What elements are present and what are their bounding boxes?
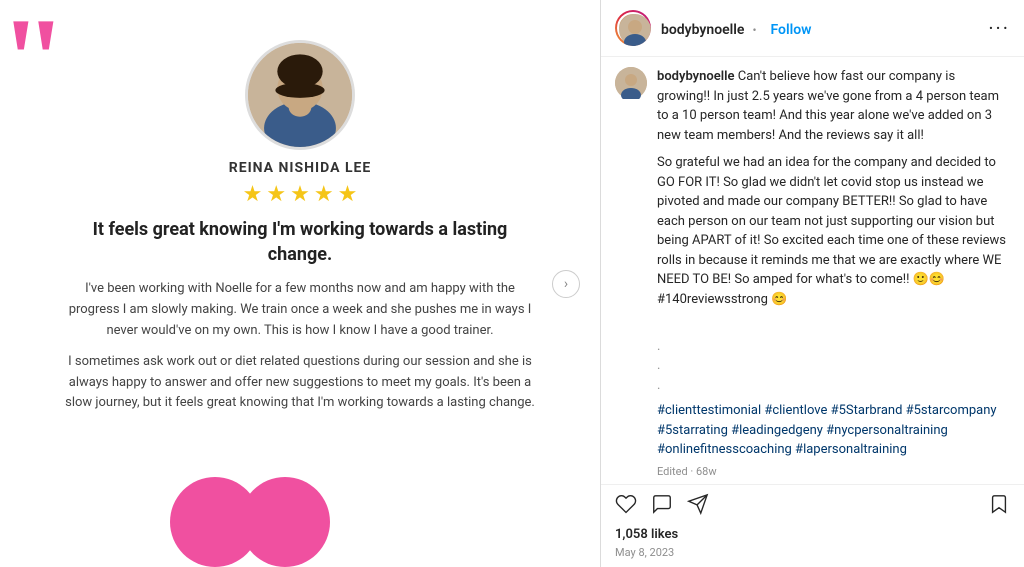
ig-dots: ... <box>657 317 1010 395</box>
comment-icon[interactable] <box>651 493 673 521</box>
ig-comment-avatar <box>615 67 647 99</box>
reviewer-name: REINA NISHIDA LEE <box>229 160 372 176</box>
ig-edited: Edited · 68w <box>657 464 1010 481</box>
ig-dot: • <box>752 23 756 37</box>
ig-more-options[interactable]: ··· <box>988 16 1010 40</box>
ig-footer: 1,058 likes May 8, 2023 <box>601 484 1024 567</box>
reviewer-avatar <box>245 40 355 150</box>
ig-comment-paragraph2: So grateful we had an idea for the compa… <box>657 153 1010 309</box>
ig-action-bar <box>615 493 1010 521</box>
review-body: I've been working with Noelle for a few … <box>60 279 540 414</box>
star-1: ★ <box>243 182 263 207</box>
bookmark-icon[interactable] <box>988 493 1010 521</box>
left-panel: " REINA NISHIDA LEE ★ ★ ★ ★ ★ It feels g… <box>0 0 600 567</box>
decoration-circle-right <box>240 477 330 567</box>
ig-comment-body: bodybynoelle Can't believe how fast our … <box>657 67 1010 480</box>
ig-content: bodybynoelle Can't believe how fast our … <box>601 57 1024 484</box>
ig-comment-username[interactable]: bodybynoelle <box>657 69 735 84</box>
like-icon[interactable] <box>615 493 637 521</box>
ig-main-comment: bodybynoelle Can't believe how fast our … <box>615 67 1010 480</box>
review-paragraph-1: I've been working with Noelle for a few … <box>60 279 540 341</box>
post-date: May 8, 2023 <box>615 546 1010 559</box>
ig-header-info: bodybynoelle • Follow <box>661 19 978 38</box>
ig-follow-button[interactable]: Follow <box>770 22 811 38</box>
star-rating: ★ ★ ★ ★ ★ <box>243 182 358 207</box>
ig-hashtags: #clienttestimonial #clientlove #5Starbra… <box>657 401 1010 460</box>
share-icon[interactable] <box>687 493 709 521</box>
quote-mark-open: " <box>0 0 67 120</box>
review-paragraph-2: I sometimes ask work out or diet related… <box>60 352 540 414</box>
ig-header: bodybynoelle • Follow ··· <box>601 0 1024 57</box>
instagram-panel: bodybynoelle • Follow ··· bodybynoelle C… <box>600 0 1024 567</box>
star-5: ★ <box>338 182 358 207</box>
ig-username[interactable]: bodybynoelle <box>661 22 744 38</box>
star-2: ★ <box>266 182 286 207</box>
review-headline: It feels great knowing I'm working towar… <box>90 217 510 267</box>
star-4: ★ <box>314 182 334 207</box>
star-3: ★ <box>290 182 310 207</box>
next-arrow[interactable]: › <box>552 270 580 298</box>
likes-count: 1,058 likes <box>615 527 1010 542</box>
ig-profile-avatar[interactable] <box>615 10 651 46</box>
